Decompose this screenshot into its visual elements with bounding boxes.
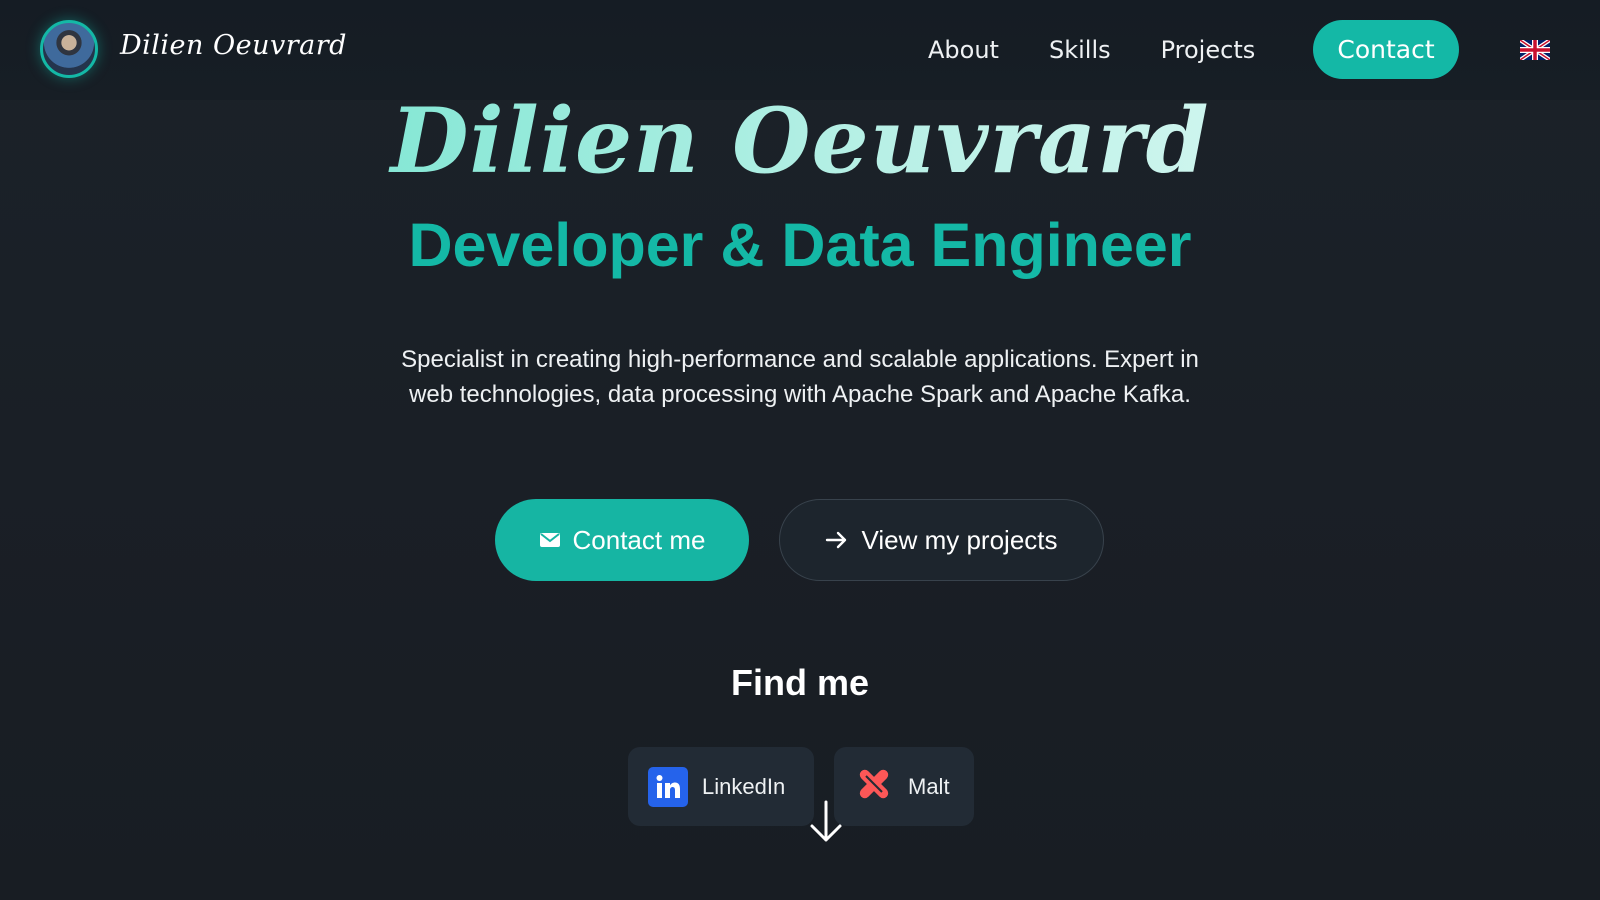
nav-link-about[interactable]: About xyxy=(928,32,999,68)
uk-flag-icon[interactable] xyxy=(1520,40,1550,60)
nav-contact-button[interactable]: Contact xyxy=(1313,20,1459,79)
hero-name: Dilien Oeuvrard xyxy=(0,88,1600,194)
arrow-right-icon xyxy=(825,525,849,556)
linkedin-label: LinkedIn xyxy=(702,773,786,799)
malt-icon xyxy=(854,764,894,810)
find-me-title: Find me xyxy=(730,662,869,703)
nav-link-skills[interactable]: Skills xyxy=(1049,32,1111,68)
mail-icon xyxy=(539,525,561,556)
brand-name[interactable]: Dilien Oeuvrard xyxy=(120,30,347,61)
contact-me-button[interactable]: Contact me xyxy=(495,499,749,581)
avatar[interactable] xyxy=(40,20,98,78)
malt-label: Malt xyxy=(908,773,950,799)
hero-description: Specialist in creating high-performance … xyxy=(401,346,1199,408)
view-projects-label: View my projects xyxy=(861,524,1058,555)
social-link-linkedin[interactable]: LinkedIn xyxy=(628,747,814,826)
hero-role: Developer & Data Engineer xyxy=(408,211,1192,279)
contact-me-label: Contact me xyxy=(572,524,706,555)
navbar: Dilien Oeuvrard About Skills Projects Co… xyxy=(0,0,1600,100)
social-link-malt[interactable]: Malt xyxy=(834,747,974,826)
view-projects-button[interactable]: View my projects xyxy=(779,499,1104,581)
nav-link-projects[interactable]: Projects xyxy=(1161,32,1256,68)
scroll-down-icon[interactable] xyxy=(808,800,844,844)
linkedin-icon xyxy=(648,766,688,807)
nav-links: About Skills Projects xyxy=(928,32,1255,68)
